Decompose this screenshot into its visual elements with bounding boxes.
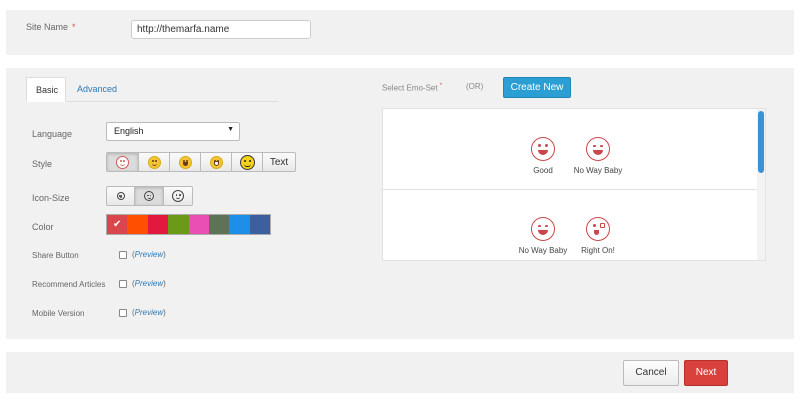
- style-label: Style: [32, 159, 53, 169]
- icon-size-medium-button[interactable]: [134, 186, 164, 206]
- site-name-panel: Site Name *: [6, 10, 794, 55]
- yellow-smiley-icon: [147, 155, 161, 169]
- scrollbar-track[interactable]: [757, 109, 765, 260]
- recommend-articles-label: Recommend Articles: [32, 280, 106, 289]
- color-swatch[interactable]: [147, 215, 169, 234]
- language-label: Language: [32, 129, 73, 139]
- icon-size-large-button[interactable]: [163, 186, 193, 206]
- grin-smiley-icon: [178, 155, 192, 169]
- share-button-checkbox[interactable]: [119, 251, 127, 259]
- style-classic-button[interactable]: [231, 152, 263, 172]
- style-text-button[interactable]: Text: [262, 152, 296, 172]
- emo-set-list[interactable]: Good No Way Baby No Way Baby Right On!: [382, 108, 766, 261]
- right-on-emoji-icon: [586, 217, 610, 241]
- style-button-group: Text: [106, 152, 296, 172]
- recommend-articles-checkbox[interactable]: [119, 280, 127, 288]
- icon-size-small-button[interactable]: [106, 186, 135, 206]
- classic-smiley-icon: [239, 154, 255, 170]
- color-swatch[interactable]: [188, 215, 209, 234]
- small-smiley-icon: [116, 192, 125, 200]
- medium-smiley-icon: [144, 191, 154, 201]
- next-button[interactable]: Next: [684, 360, 728, 386]
- create-new-button[interactable]: Create New: [503, 77, 571, 98]
- site-name-input[interactable]: [131, 20, 311, 39]
- tab-basic[interactable]: Basic: [26, 77, 66, 102]
- color-swatch[interactable]: [127, 215, 148, 234]
- language-select-value: English: [114, 126, 144, 136]
- footer-panel: Cancel Next: [6, 352, 794, 393]
- preview-link[interactable]: Preview: [135, 308, 163, 317]
- no-way-baby-emoji-icon: [531, 217, 555, 241]
- style-yellow-button[interactable]: [138, 152, 170, 172]
- laugh-smiley-icon: [209, 155, 223, 169]
- no-way-baby-emoji-icon: [586, 137, 610, 161]
- share-button-label: Share Button: [32, 251, 79, 260]
- emo-option[interactable]: Right On!: [563, 217, 633, 255]
- color-swatches: ✔: [106, 214, 272, 235]
- preview-link[interactable]: Preview: [135, 279, 163, 288]
- emo-set-label: Select Emo-Set *: [382, 82, 443, 93]
- preview-link[interactable]: Preview: [135, 250, 163, 259]
- outline-smiley-icon: [116, 155, 129, 169]
- color-swatch[interactable]: [229, 215, 250, 234]
- language-select[interactable]: English ▼: [106, 122, 240, 141]
- color-swatch[interactable]: ✔: [107, 215, 128, 234]
- cancel-button[interactable]: Cancel: [623, 360, 679, 386]
- tab-bar: Basic Advanced: [26, 77, 278, 102]
- mobile-version-checkbox[interactable]: [119, 309, 127, 317]
- recommend-articles-preview: (Preview): [132, 279, 166, 288]
- style-laugh-button[interactable]: [200, 152, 232, 172]
- good-emoji-icon: [531, 137, 555, 161]
- color-swatch[interactable]: [168, 215, 189, 234]
- style-outline-button[interactable]: [106, 152, 139, 172]
- check-icon: ✔: [113, 219, 122, 230]
- mobile-version-preview: (Preview): [132, 308, 166, 317]
- or-label: (OR): [466, 82, 484, 91]
- color-swatch[interactable]: [249, 215, 271, 234]
- icon-size-label: Icon-Size: [32, 193, 70, 203]
- style-grin-button[interactable]: [169, 152, 201, 172]
- emo-option[interactable]: No Way Baby: [563, 137, 633, 175]
- tab-advanced[interactable]: Advanced: [68, 77, 126, 102]
- emo-option-label: Right On!: [581, 246, 615, 255]
- dropdown-arrow-icon: ▼: [227, 126, 234, 133]
- share-button-preview: (Preview): [132, 250, 166, 259]
- scrollbar-thumb[interactable]: [758, 111, 764, 173]
- settings-panel: Basic Advanced Language English ▼ Style …: [6, 68, 794, 339]
- site-name-label: Site Name *: [26, 22, 76, 32]
- mobile-version-label: Mobile Version: [32, 309, 85, 318]
- color-swatch[interactable]: [208, 215, 230, 234]
- emo-set-divider: [383, 189, 757, 190]
- color-label: Color: [32, 222, 54, 232]
- large-smiley-icon: [172, 190, 184, 202]
- icon-size-button-group: [106, 186, 193, 206]
- emo-option-label: No Way Baby: [573, 166, 623, 175]
